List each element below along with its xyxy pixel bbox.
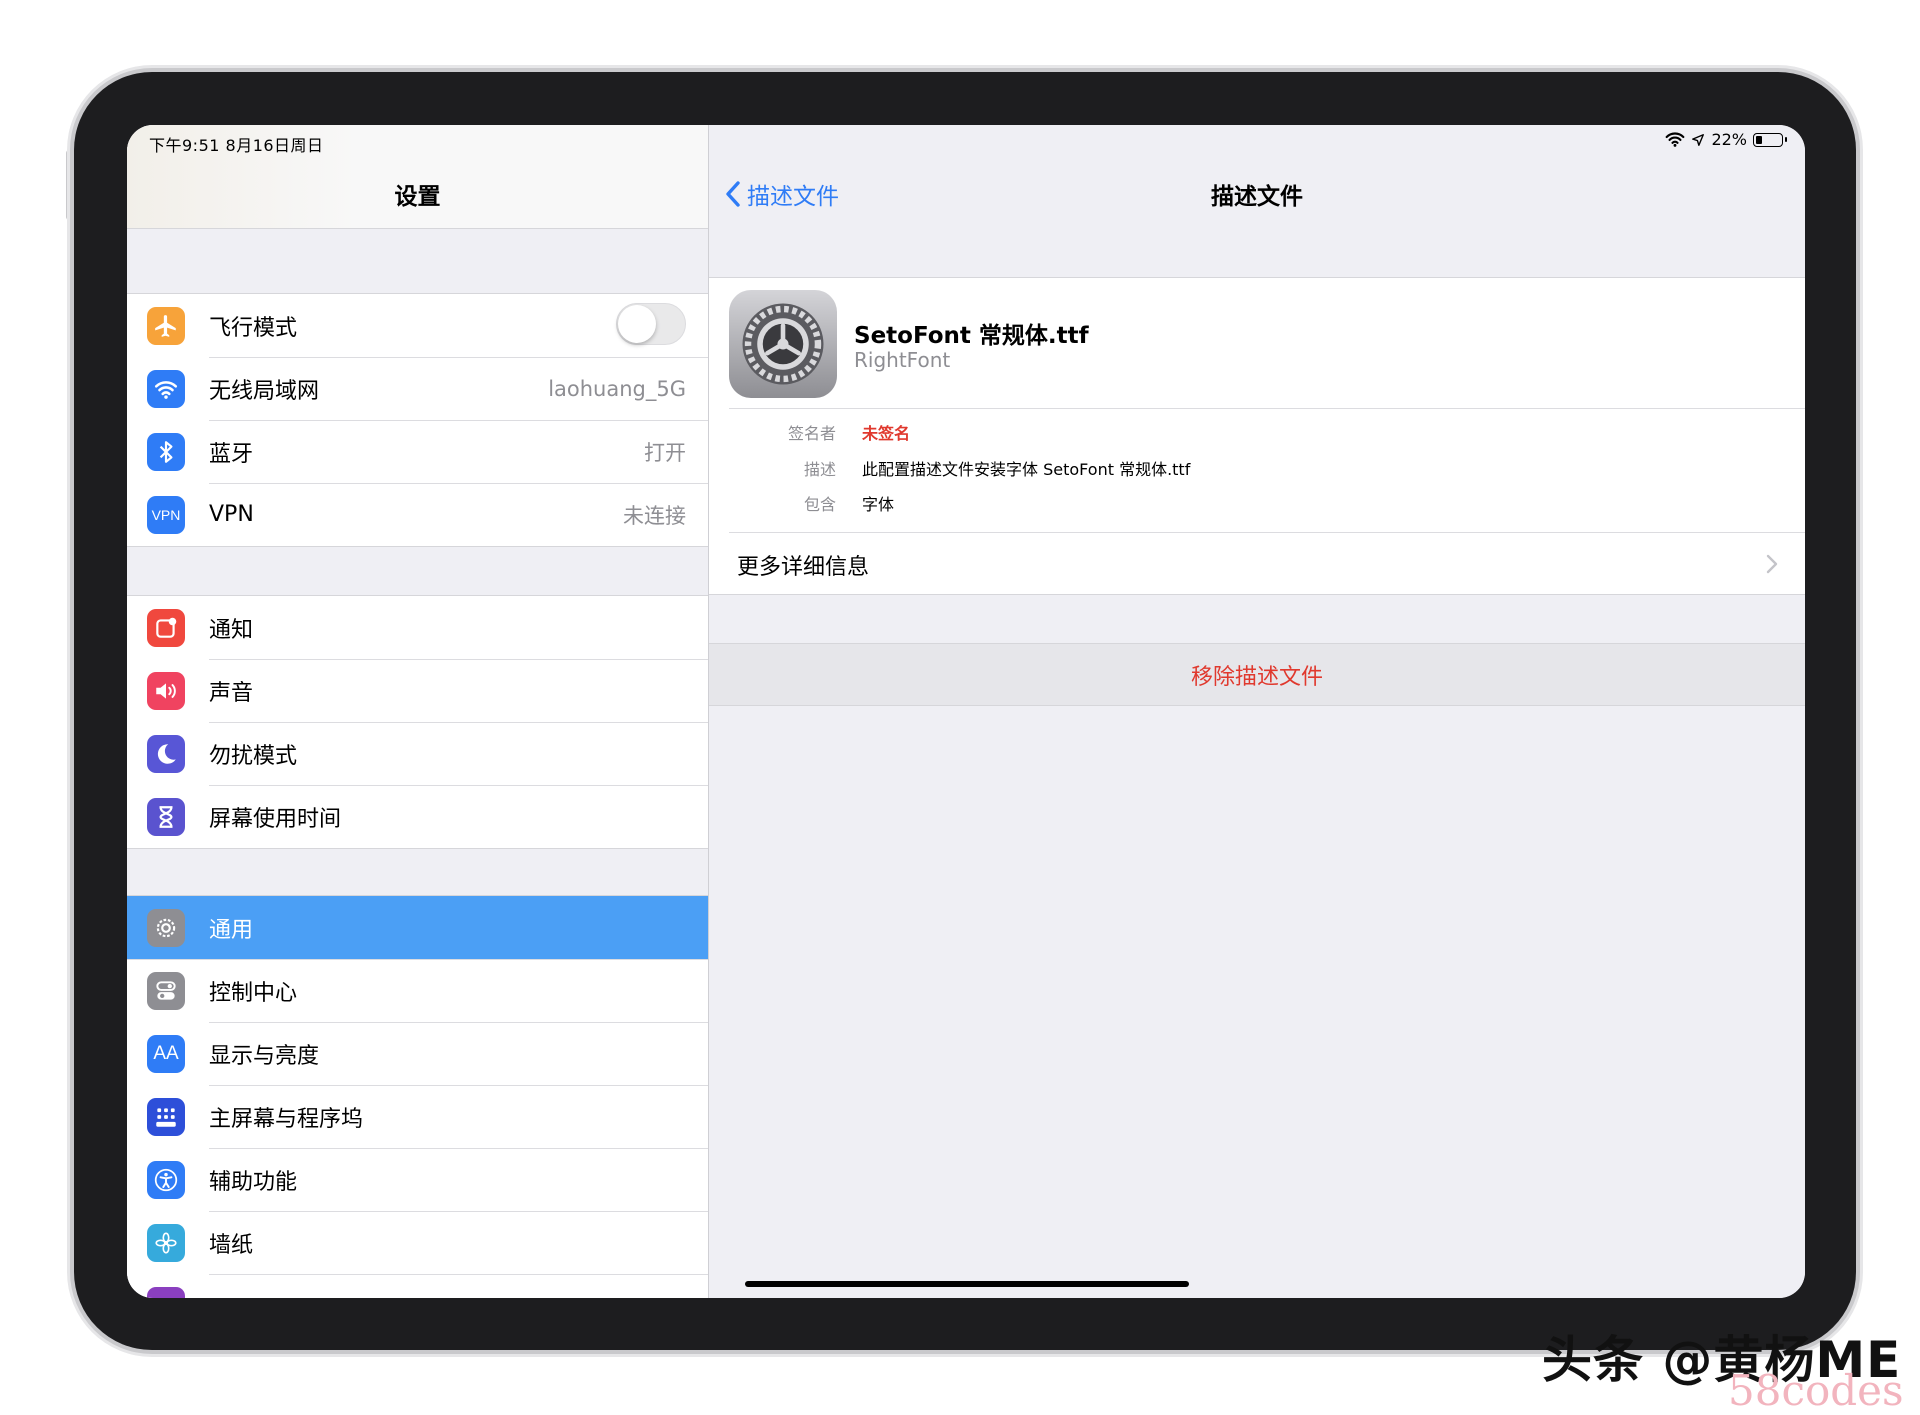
sidebar-item-wifi[interactable]: 无线局域网 laohuang_5G — [127, 357, 708, 420]
wifi-network-value: laohuang_5G — [548, 376, 686, 401]
settings-group-connectivity: 飞行模式 无线局域网 laohuang_5G 蓝牙 打开 VPN VPN 未连接 — [127, 293, 708, 547]
profile-name: SetoFont 常规体.ttf — [854, 323, 1089, 349]
airplane-mode-toggle[interactable] — [616, 303, 686, 345]
profile-detail-panel: 描述文件 描述文件 SetoFont 常规体.ttf RightFont 签名者… — [709, 125, 1805, 1298]
remove-profile-label: 移除描述文件 — [1190, 664, 1323, 690]
sidebar-item-notifications[interactable]: 通知 — [127, 596, 708, 659]
divider — [729, 408, 1805, 409]
home-indicator[interactable] — [745, 1281, 1189, 1287]
sidebar-item-label: 通用 — [209, 917, 254, 943]
sidebar-item-label: 控制中心 — [209, 980, 298, 1006]
accessibility-icon — [147, 1161, 185, 1199]
battery-icon — [1753, 132, 1787, 147]
sidebar-item-screen-time[interactable]: 屏幕使用时间 — [127, 785, 708, 848]
notification-icon — [147, 609, 185, 647]
sidebar-item-label: 显示与亮度 — [209, 1043, 320, 1069]
more-details-row[interactable]: 更多详细信息 — [709, 533, 1805, 595]
sidebar-item-sounds[interactable]: 声音 — [127, 659, 708, 722]
location-icon — [1692, 133, 1705, 146]
chevron-right-icon — [1766, 554, 1778, 574]
watermark-site: 58codes — [1728, 1366, 1904, 1415]
moon-icon — [147, 735, 185, 773]
sidebar-item-label: 飞行模式 — [209, 315, 298, 341]
more-details-label: 更多详细信息 — [737, 555, 870, 580]
airplane-icon — [147, 307, 185, 345]
wifi-icon — [147, 370, 185, 408]
info-value: 此配置描述文件安装字体 SetoFont 常规体.ttf — [862, 460, 1191, 479]
settings-group-alerts: 通知 声音 勿扰模式 屏幕使用时间 — [127, 595, 708, 849]
page-title: 描述文件 — [1211, 184, 1303, 210]
sidebar-item-bluetooth[interactable]: 蓝牙 打开 — [127, 420, 708, 483]
sidebar-item-label: 蓝牙 — [209, 441, 254, 467]
settings-gear-icon — [729, 290, 837, 398]
sidebar-item-label: 辅助功能 — [209, 1169, 298, 1195]
bluetooth-icon — [147, 433, 185, 471]
battery-percent: 22% — [1711, 130, 1747, 149]
app-grid-icon — [147, 1098, 185, 1136]
sidebar-item-airplane-mode[interactable]: 飞行模式 — [127, 294, 708, 357]
gear-icon — [147, 909, 185, 947]
sidebar-item-label: 墙纸 — [209, 1232, 254, 1258]
sidebar-item-vpn[interactable]: VPN VPN 未连接 — [127, 483, 708, 546]
sidebar-item-label: 主屏幕与程序坞 — [209, 1106, 364, 1132]
info-value: 字体 — [862, 495, 895, 514]
hourglass-icon — [147, 798, 185, 836]
bluetooth-status-value: 打开 — [644, 440, 686, 465]
text-size-icon: AA — [147, 1035, 185, 1073]
sidebar-item-label: 声音 — [209, 680, 254, 706]
sidebar-item-wallpaper[interactable]: 墙纸 — [127, 1211, 708, 1274]
speaker-icon — [147, 672, 185, 710]
siri-icon — [147, 1287, 185, 1298]
settings-sidebar: 设置 飞行模式 无线局域网 laohuang_5G 蓝牙 打开 VPN VPN … — [127, 125, 709, 1298]
profile-organization: RightFont — [854, 348, 951, 372]
sidebar-item-accessibility[interactable]: 辅助功能 — [127, 1148, 708, 1211]
sidebar-item-label: 屏幕使用时间 — [209, 806, 342, 832]
settings-group-general: 通用 控制中心 AA 显示与亮度 主屏幕与程序坞 辅助功能 墙纸 — [127, 895, 708, 1298]
sidebar-item-partial[interactable] — [127, 1274, 708, 1298]
info-value-unsigned: 未签名 — [862, 424, 911, 443]
sidebar-item-home-screen-dock[interactable]: 主屏幕与程序坞 — [127, 1085, 708, 1148]
sidebar-item-label: VPN — [209, 502, 254, 527]
sidebar-item-label: 勿扰模式 — [209, 743, 298, 769]
switches-icon — [147, 972, 185, 1010]
sidebar-item-general[interactable]: 通用 — [127, 896, 708, 959]
sidebar-item-label: 无线局域网 — [209, 378, 320, 404]
ipad-screen: 设置 飞行模式 无线局域网 laohuang_5G 蓝牙 打开 VPN VPN … — [127, 125, 1805, 1298]
sidebar-item-control-center[interactable]: 控制中心 — [127, 959, 708, 1022]
sidebar-item-do-not-disturb[interactable]: 勿扰模式 — [127, 722, 708, 785]
sidebar-item-label: 通知 — [209, 617, 254, 643]
sidebar-title: 设置 — [394, 184, 441, 210]
vpn-status-value: 未连接 — [623, 503, 686, 528]
remove-profile-button[interactable]: 移除描述文件 — [709, 643, 1805, 706]
vpn-icon: VPN — [147, 496, 185, 534]
status-indicators: 22% — [1665, 130, 1787, 149]
info-key: 包含 — [803, 495, 836, 514]
profile-card: SetoFont 常规体.ttf RightFont 签名者 未签名 描述 此配… — [709, 277, 1805, 595]
status-time-date: 下午9:51 8月16日周日 — [149, 136, 324, 155]
toggle-knob — [618, 305, 656, 343]
info-key: 签名者 — [787, 424, 836, 443]
wifi-status-icon — [1666, 132, 1685, 147]
flower-icon — [147, 1224, 185, 1262]
info-key: 描述 — [803, 460, 836, 479]
sidebar-item-display-brightness[interactable]: AA 显示与亮度 — [127, 1022, 708, 1085]
